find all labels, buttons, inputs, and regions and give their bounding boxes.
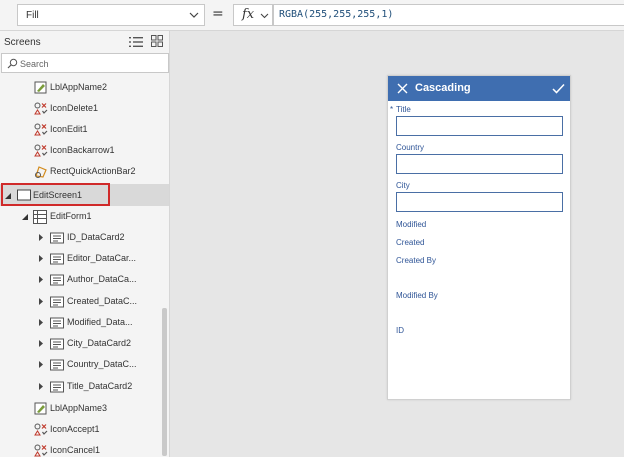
required-marker: * — [390, 105, 394, 114]
card-icon — [50, 338, 64, 350]
created-label: Created — [396, 238, 425, 247]
icon-control-icon — [34, 144, 48, 157]
tree-item-label: Title_DataCard2 — [67, 381, 133, 391]
expand-caret-icon[interactable] — [38, 275, 45, 284]
shape-icon — [35, 166, 47, 178]
tree-item-title-datacard2[interactable]: Title_DataCard2 — [0, 376, 164, 397]
tree-item-editform1[interactable]: EditForm1 — [0, 206, 164, 227]
title-input[interactable] — [396, 116, 563, 136]
city-input[interactable] — [396, 192, 563, 212]
tree-item-label: Country_DataC... — [67, 359, 137, 369]
checkmark-icon[interactable] — [552, 83, 565, 94]
icon-control-icon — [34, 123, 48, 136]
selection-highlight-box — [1, 183, 110, 206]
label-icon — [34, 402, 47, 415]
tree-item-icondelete1[interactable]: IconDelete1 — [0, 98, 164, 119]
expand-caret-icon[interactable] — [38, 318, 45, 327]
tree-item-label: RectQuickActionBar2 — [50, 166, 136, 176]
formula-text: RGBA(255,255,255,1) — [279, 9, 394, 20]
tree-item-city-datacard2[interactable]: City_DataCard2 — [0, 333, 164, 354]
tree-item-label: IconBackarrow1 — [50, 145, 115, 155]
equals-sign: = — [212, 6, 224, 22]
expand-caret-icon[interactable] — [38, 297, 45, 306]
label-icon — [34, 81, 47, 94]
city-label: City — [396, 181, 410, 190]
fx-button[interactable]: fx — [233, 4, 273, 26]
fx-icon: fx — [242, 7, 255, 22]
tree-item-label: Modified_Data... — [67, 317, 133, 327]
app-header: Cascading — [388, 76, 570, 101]
tree-item-label: Created_DataC... — [67, 296, 138, 306]
card-icon — [50, 296, 64, 308]
tree-item-label: Author_DataCa... — [67, 274, 137, 284]
expand-caret-icon[interactable] — [38, 254, 45, 263]
property-value: Fill — [26, 10, 39, 21]
tree-item-label: City_DataCard2 — [67, 338, 132, 348]
tree-item-label: IconCancel1 — [50, 445, 101, 455]
tree-item-id-datacard2[interactable]: ID_DataCard2 — [0, 227, 164, 248]
search-box — [1, 53, 169, 73]
tree-item-author-datacard[interactable]: Author_DataCa... — [0, 269, 164, 290]
expand-caret-icon[interactable] — [38, 382, 45, 391]
tree-item-label: LblAppName3 — [50, 403, 108, 413]
tree-item-lblappname3[interactable]: LblAppName3 — [0, 398, 164, 419]
screens-panel: Screens LblAppName2 IconDelete1 IconEdit… — [0, 31, 170, 457]
title-label: Title — [396, 105, 411, 114]
tree-scrollbar[interactable] — [162, 308, 167, 456]
tree-item-created-datacard[interactable]: Created_DataC... — [0, 291, 164, 312]
created-by-label: Created By — [396, 256, 437, 265]
tree-item-iconedit1[interactable]: IconEdit1 — [0, 119, 164, 140]
tree-item-label: LblAppName2 — [50, 82, 108, 92]
tree-item-label: IconDelete1 — [50, 103, 99, 113]
card-icon — [50, 359, 64, 371]
form-icon — [33, 210, 47, 224]
panel-title: Screens — [4, 37, 41, 48]
tree-item-label: Editor_DataCar... — [67, 253, 137, 263]
tree-item-rectquickactionbar2[interactable]: RectQuickActionBar2 — [0, 161, 164, 182]
expand-caret-icon[interactable] — [38, 233, 45, 242]
search-icon — [7, 58, 18, 69]
collapse-caret-icon[interactable] — [22, 212, 29, 221]
app-preview-screen: Cascading * Title Country City Modified … — [387, 75, 571, 400]
tree-item-lblappname2[interactable]: LblAppName2 — [0, 77, 164, 98]
tree-item-label: EditForm1 — [50, 211, 92, 221]
modified-label: Modified — [396, 220, 427, 229]
grid-view-icon[interactable] — [151, 35, 163, 47]
card-icon — [50, 317, 64, 329]
icon-control-icon — [34, 423, 48, 436]
icon-control-icon — [34, 444, 48, 457]
search-input[interactable] — [20, 57, 160, 70]
close-icon[interactable] — [397, 83, 408, 94]
formula-input[interactable]: RGBA(255,255,255,1) — [273, 4, 624, 26]
card-icon — [50, 232, 64, 244]
modified-by-label: Modified By — [396, 291, 438, 300]
card-icon — [50, 381, 64, 393]
formula-bar: Fill = fx RGBA(255,255,255,1) — [0, 0, 624, 31]
tree-item-country-datacard[interactable]: Country_DataC... — [0, 354, 164, 375]
tree-item-label: IconEdit1 — [50, 124, 88, 134]
tree-item-editor-datacard[interactable]: Editor_DataCar... — [0, 248, 164, 269]
tree-item-label: ID_DataCard2 — [67, 232, 125, 242]
property-dropdown[interactable]: Fill — [17, 4, 205, 26]
tree-item-iconaccept1[interactable]: IconAccept1 — [0, 419, 164, 440]
id-label: ID — [396, 326, 404, 335]
card-icon — [50, 274, 64, 286]
expand-caret-icon[interactable] — [38, 339, 45, 348]
tree-item-iconbackarrow1[interactable]: IconBackarrow1 — [0, 140, 164, 161]
chevron-down-icon — [260, 13, 269, 19]
tree-item-modified-datacard[interactable]: Modified_Data... — [0, 312, 164, 333]
card-icon — [50, 253, 64, 265]
tree-item-iconcancel1[interactable]: IconCancel1 — [0, 440, 164, 457]
icon-control-icon — [34, 102, 48, 115]
list-view-icon[interactable] — [129, 36, 143, 48]
country-input[interactable] — [396, 154, 563, 174]
tree-item-label: IconAccept1 — [50, 424, 100, 434]
app-title: Cascading — [415, 82, 471, 94]
chevron-down-icon — [189, 12, 199, 18]
expand-caret-icon[interactable] — [38, 360, 45, 369]
country-label: Country — [396, 143, 425, 152]
